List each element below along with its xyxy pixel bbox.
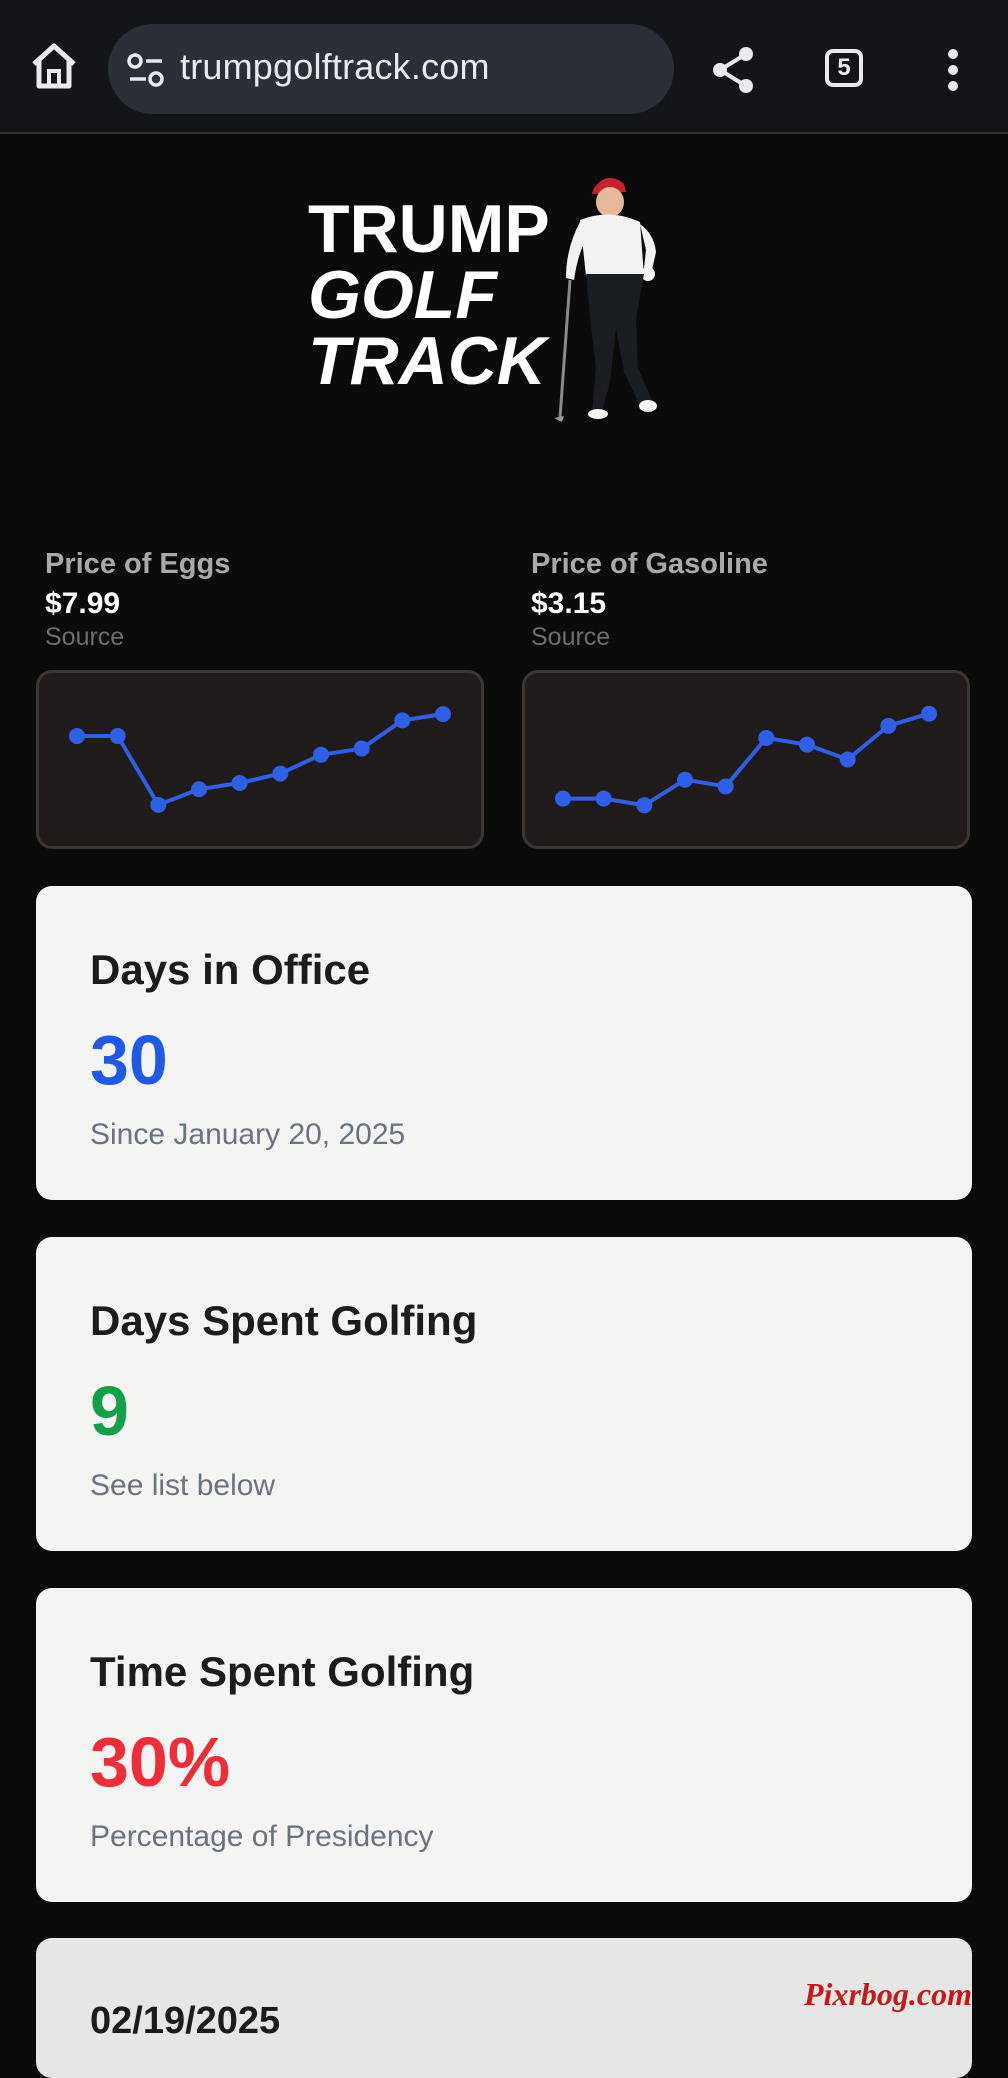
golfer-illustration [554, 177, 657, 422]
stat-card-days-golfing: Days Spent Golfing 9 See list below [36, 1237, 972, 1551]
price-label: Price of Eggs [45, 548, 231, 580]
price-gasoline: Price of Gasoline $3.15 Source [531, 548, 971, 652]
stat-title: Days in Office [90, 946, 371, 993]
gasoline-sparkline [555, 705, 937, 814]
watermark: Pixrbog.com [804, 1976, 972, 2012]
data-point [394, 712, 411, 729]
data-point [799, 736, 815, 753]
site-info-icon[interactable] [126, 50, 166, 90]
series-line [77, 712, 444, 807]
stat-value: 30% [90, 1723, 231, 1801]
stat-card-time-golfing: Time Spent Golfing 30% Percentage of Pre… [36, 1588, 972, 1902]
data-point [921, 705, 937, 722]
url-text[interactable]: trumpgolftrack.com [180, 46, 490, 88]
data-point [555, 790, 571, 807]
data-point [595, 790, 612, 807]
data-point [677, 771, 693, 788]
eggs-price-chart [36, 670, 484, 849]
data-point [839, 751, 856, 768]
series-line [563, 711, 930, 808]
stat-title: Days Spent Golfing [90, 1297, 478, 1344]
stat-value: 9 [90, 1372, 129, 1450]
price-eggs: Price of Eggs $7.99 Source [45, 548, 485, 652]
data-point [758, 729, 775, 746]
data-point [191, 781, 207, 798]
home-icon[interactable] [26, 38, 82, 94]
stat-card-days-in-office: Days in Office 30 Since January 20, 2025 [36, 886, 972, 1200]
stat-value: 30 [90, 1021, 168, 1099]
address-bar[interactable]: trumpgolftrack.com [108, 24, 674, 114]
stat-subtitle: Since January 20, 2025 [90, 1118, 406, 1151]
data-point [69, 728, 85, 745]
eggs-sparkline [69, 706, 451, 813]
stat-title: Time Spent Golfing [90, 1648, 475, 1695]
data-point [353, 740, 370, 757]
data-point [231, 774, 248, 791]
data-point [109, 728, 126, 745]
share-icon[interactable] [708, 44, 760, 96]
more-menu-icon[interactable] [938, 46, 968, 94]
site-logo-title[interactable]: TRUMP GOLF TRACK [308, 191, 550, 399]
logo-line-trump: TRUMP [308, 191, 550, 267]
data-point [636, 797, 653, 814]
tab-switcher-icon[interactable]: 5 [825, 49, 863, 87]
data-point [150, 796, 167, 813]
golf-day-date: 02/19/2025 [90, 2000, 281, 2042]
data-point [880, 717, 897, 734]
price-label: Price of Gasoline [531, 548, 768, 580]
data-point [717, 778, 734, 795]
price-value: $7.99 [45, 587, 121, 620]
price-value: $3.15 [531, 587, 607, 620]
logo-line-track: TRACK [308, 323, 546, 399]
data-point [313, 746, 329, 763]
source-link[interactable]: Source [531, 623, 971, 652]
logo-line-golf: GOLF [308, 257, 497, 333]
data-point [272, 765, 289, 782]
source-link[interactable]: Source [45, 623, 485, 652]
stat-subtitle: See list below [90, 1469, 276, 1502]
browser-toolbar: trumpgolftrack.com 5 [0, 0, 1008, 134]
gasoline-price-chart [522, 670, 970, 849]
stat-subtitle: Percentage of Presidency [90, 1820, 434, 1853]
data-point [435, 706, 451, 723]
